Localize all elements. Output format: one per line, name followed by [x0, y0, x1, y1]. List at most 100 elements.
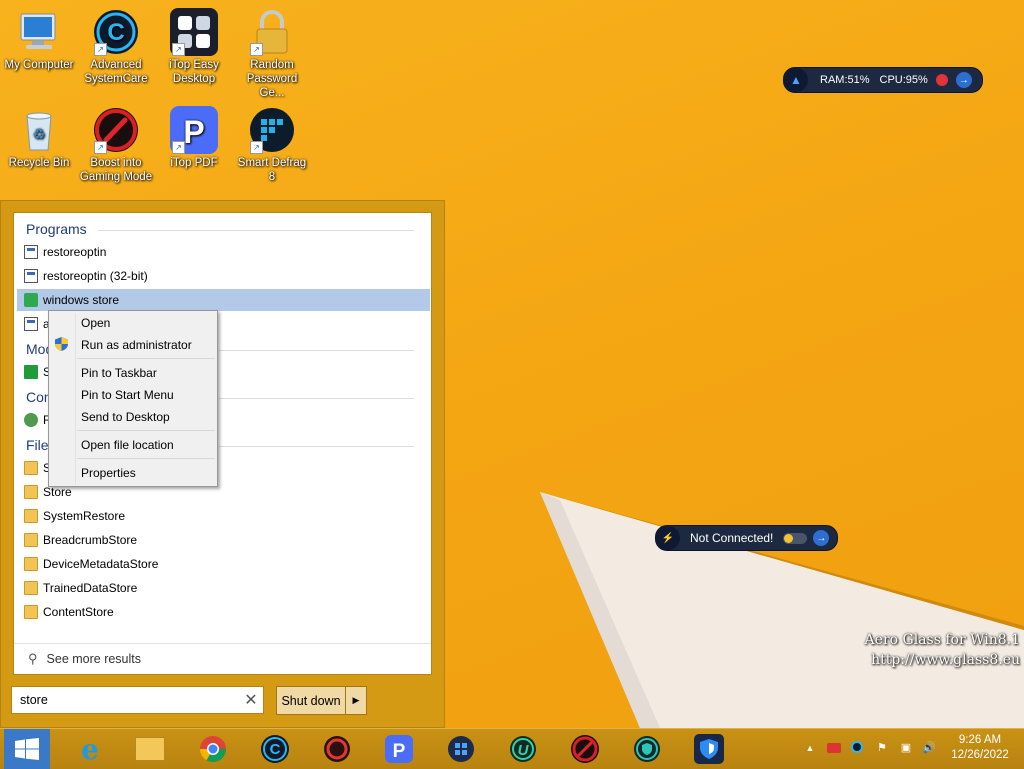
svg-text:♻: ♻	[33, 127, 46, 143]
chrome-icon	[199, 736, 227, 763]
taskbar-chrome[interactable]	[196, 733, 230, 765]
result-label: Store	[43, 485, 72, 499]
result-folder-traineddatastore[interactable]: TrainedDataStore	[17, 577, 430, 599]
desktop-icon-label: Smart Defrag 8	[237, 157, 307, 183]
result-folder-breadcrumbstore[interactable]: BreadcrumbStore	[17, 529, 430, 551]
desktop-icon-label: My Computer	[4, 59, 74, 71]
iobit-malware-fighter-icon	[634, 736, 660, 762]
desktop-icon-label: iTop Easy Desktop	[169, 59, 219, 85]
cpu-usage: CPU:95%	[879, 74, 928, 86]
taskbar-itop-pdf[interactable]: P	[382, 733, 416, 765]
shutdown-button[interactable]: Shut down	[276, 686, 346, 715]
group-divider	[219, 446, 414, 447]
desktop-icon-itop-easy-desktop[interactable]: ↗ iTop Easy Desktop	[156, 8, 232, 86]
result-label: restoreoptin	[43, 245, 107, 259]
result-folder-contentstore[interactable]: ContentStore	[17, 601, 430, 623]
network-status-gadget[interactable]: ⚡ Not Connected! →	[655, 525, 838, 551]
connection-toggle[interactable]	[783, 532, 808, 544]
shortcut-arrow-icon: ↗	[94, 43, 107, 56]
game-booster-icon	[571, 735, 599, 763]
folder-icon	[24, 509, 38, 523]
taskbar-iobit-uninstaller[interactable]: U	[506, 733, 540, 765]
start-search-input[interactable]	[12, 692, 239, 708]
tray-action-center[interactable]: ⚑	[875, 741, 889, 755]
advanced-systemcare-icon: C	[261, 735, 289, 763]
see-more-results-link[interactable]: ⚲ See more results	[14, 643, 431, 674]
taskbar: e C P U ▲ ⚑ ▣ 🔊	[0, 728, 1024, 769]
shortcut-arrow-icon: ↗	[250, 43, 263, 56]
desktop-icon-advanced-systemcare[interactable]: C ↗ Advanced SystemCare	[78, 8, 154, 86]
result-label: windows store	[43, 293, 120, 307]
svg-text:P: P	[183, 114, 204, 150]
clear-search-icon[interactable]: ✕	[239, 690, 263, 710]
show-hidden-icons-button[interactable]: ▲	[803, 741, 817, 755]
group-header-programs: Programs	[26, 221, 87, 237]
taskbar-driver-booster[interactable]	[320, 733, 354, 765]
desktop-icon-label: Recycle Bin	[8, 157, 70, 169]
menu-item-properties[interactable]: Properties	[81, 466, 136, 480]
desktop-icon-label: iTop PDF	[170, 157, 218, 169]
context-menu-gutter	[75, 313, 76, 484]
taskbar-itop-vpn[interactable]	[692, 733, 726, 765]
itop-pdf-icon: P ↗	[170, 106, 218, 154]
menu-separator	[77, 430, 215, 431]
rocket-icon: ▲	[784, 68, 808, 92]
folder-icon	[24, 581, 38, 595]
advanced-systemcare-icon	[851, 741, 863, 753]
result-label: DeviceMetadataStore	[43, 557, 159, 571]
result-windows-store[interactable]: windows store	[17, 289, 430, 311]
system-monitor-gadget[interactable]: ▲ RAM:51% CPU:95% →	[783, 67, 983, 93]
result-label: restoreoptin (32-bit)	[43, 269, 148, 283]
result-restoreoptin-32bit[interactable]: restoreoptin (32-bit)	[17, 265, 430, 287]
menu-item-open-location[interactable]: Open file location	[81, 438, 174, 452]
menu-item-pin-taskbar[interactable]: Pin to Taskbar	[81, 366, 157, 380]
tray-network[interactable]: ▣	[899, 741, 913, 755]
windows-store-icon	[448, 736, 474, 762]
svg-text:U: U	[518, 742, 530, 759]
lock-icon: ↗	[248, 8, 296, 56]
taskbar-file-explorer[interactable]	[133, 733, 167, 765]
network-icon: ▣	[900, 742, 912, 754]
tray-volume[interactable]: 🔊	[922, 741, 936, 755]
desktop-icon-my-computer[interactable]: My Computer	[1, 8, 77, 72]
taskbar-internet-explorer[interactable]: e	[73, 733, 107, 766]
taskbar-game-booster[interactable]	[568, 733, 602, 765]
desktop-icon-smart-defrag[interactable]: ↗ Smart Defrag 8	[234, 106, 310, 184]
desktop-icon-itop-pdf[interactable]: P ↗ iTop PDF	[156, 106, 232, 170]
tray-app-icon[interactable]	[827, 741, 841, 755]
recycle-bin-icon: ♻	[15, 106, 63, 154]
folder-icon	[24, 557, 38, 571]
result-folder-devicemetadatastore[interactable]: DeviceMetadataStore	[17, 553, 430, 575]
windows-store-icon	[24, 293, 38, 307]
system-restore-icon	[24, 413, 38, 427]
clock-date: 12/26/2022	[951, 749, 1009, 761]
ram-usage: RAM:51%	[820, 74, 870, 86]
folder-icon	[24, 461, 38, 475]
watermark-title: Aero Glass for Win8.1	[864, 632, 1020, 648]
arrow-right-icon[interactable]: →	[955, 72, 972, 88]
context-menu: Open Run as administrator Pin to Taskbar…	[48, 310, 218, 487]
result-restoreoptin[interactable]: restoreoptin	[17, 241, 430, 263]
boost-icon[interactable]	[935, 74, 948, 86]
desktop-icon-recycle-bin[interactable]: ♻ Recycle Bin	[1, 106, 77, 170]
desktop-icon-boost-gaming[interactable]: ↗ Boost into Gaming Mode	[78, 106, 154, 184]
shutdown-options-button[interactable]: ▶	[346, 686, 367, 715]
start-button[interactable]	[4, 729, 50, 769]
desktop-icon-random-password[interactable]: ↗ Random Password Ge...	[234, 8, 310, 100]
folder-icon	[24, 605, 38, 619]
watermark-url: http://www.glass8.eu	[871, 652, 1020, 668]
see-more-label: See more results	[46, 652, 142, 666]
menu-item-run-as-admin[interactable]: Run as administrator	[81, 338, 192, 352]
game-booster-icon: ↗	[92, 106, 140, 154]
result-folder-systemrestore[interactable]: SystemRestore	[17, 505, 430, 527]
menu-item-send-desktop[interactable]: Send to Desktop	[81, 410, 170, 424]
taskbar-advanced-systemcare[interactable]: C	[258, 733, 292, 765]
taskbar-malware-fighter[interactable]	[630, 733, 664, 765]
menu-item-open[interactable]: Open	[81, 316, 110, 330]
taskbar-clock[interactable]: 9:26 AM 12/26/2022	[944, 733, 1016, 763]
tray-advanced-systemcare[interactable]	[851, 741, 865, 755]
taskbar-windows-store[interactable]	[444, 733, 478, 765]
desktop-icon-label: Advanced SystemCare	[84, 59, 148, 85]
menu-item-pin-start[interactable]: Pin to Start Menu	[81, 388, 174, 402]
arrow-right-icon[interactable]: →	[813, 530, 830, 546]
